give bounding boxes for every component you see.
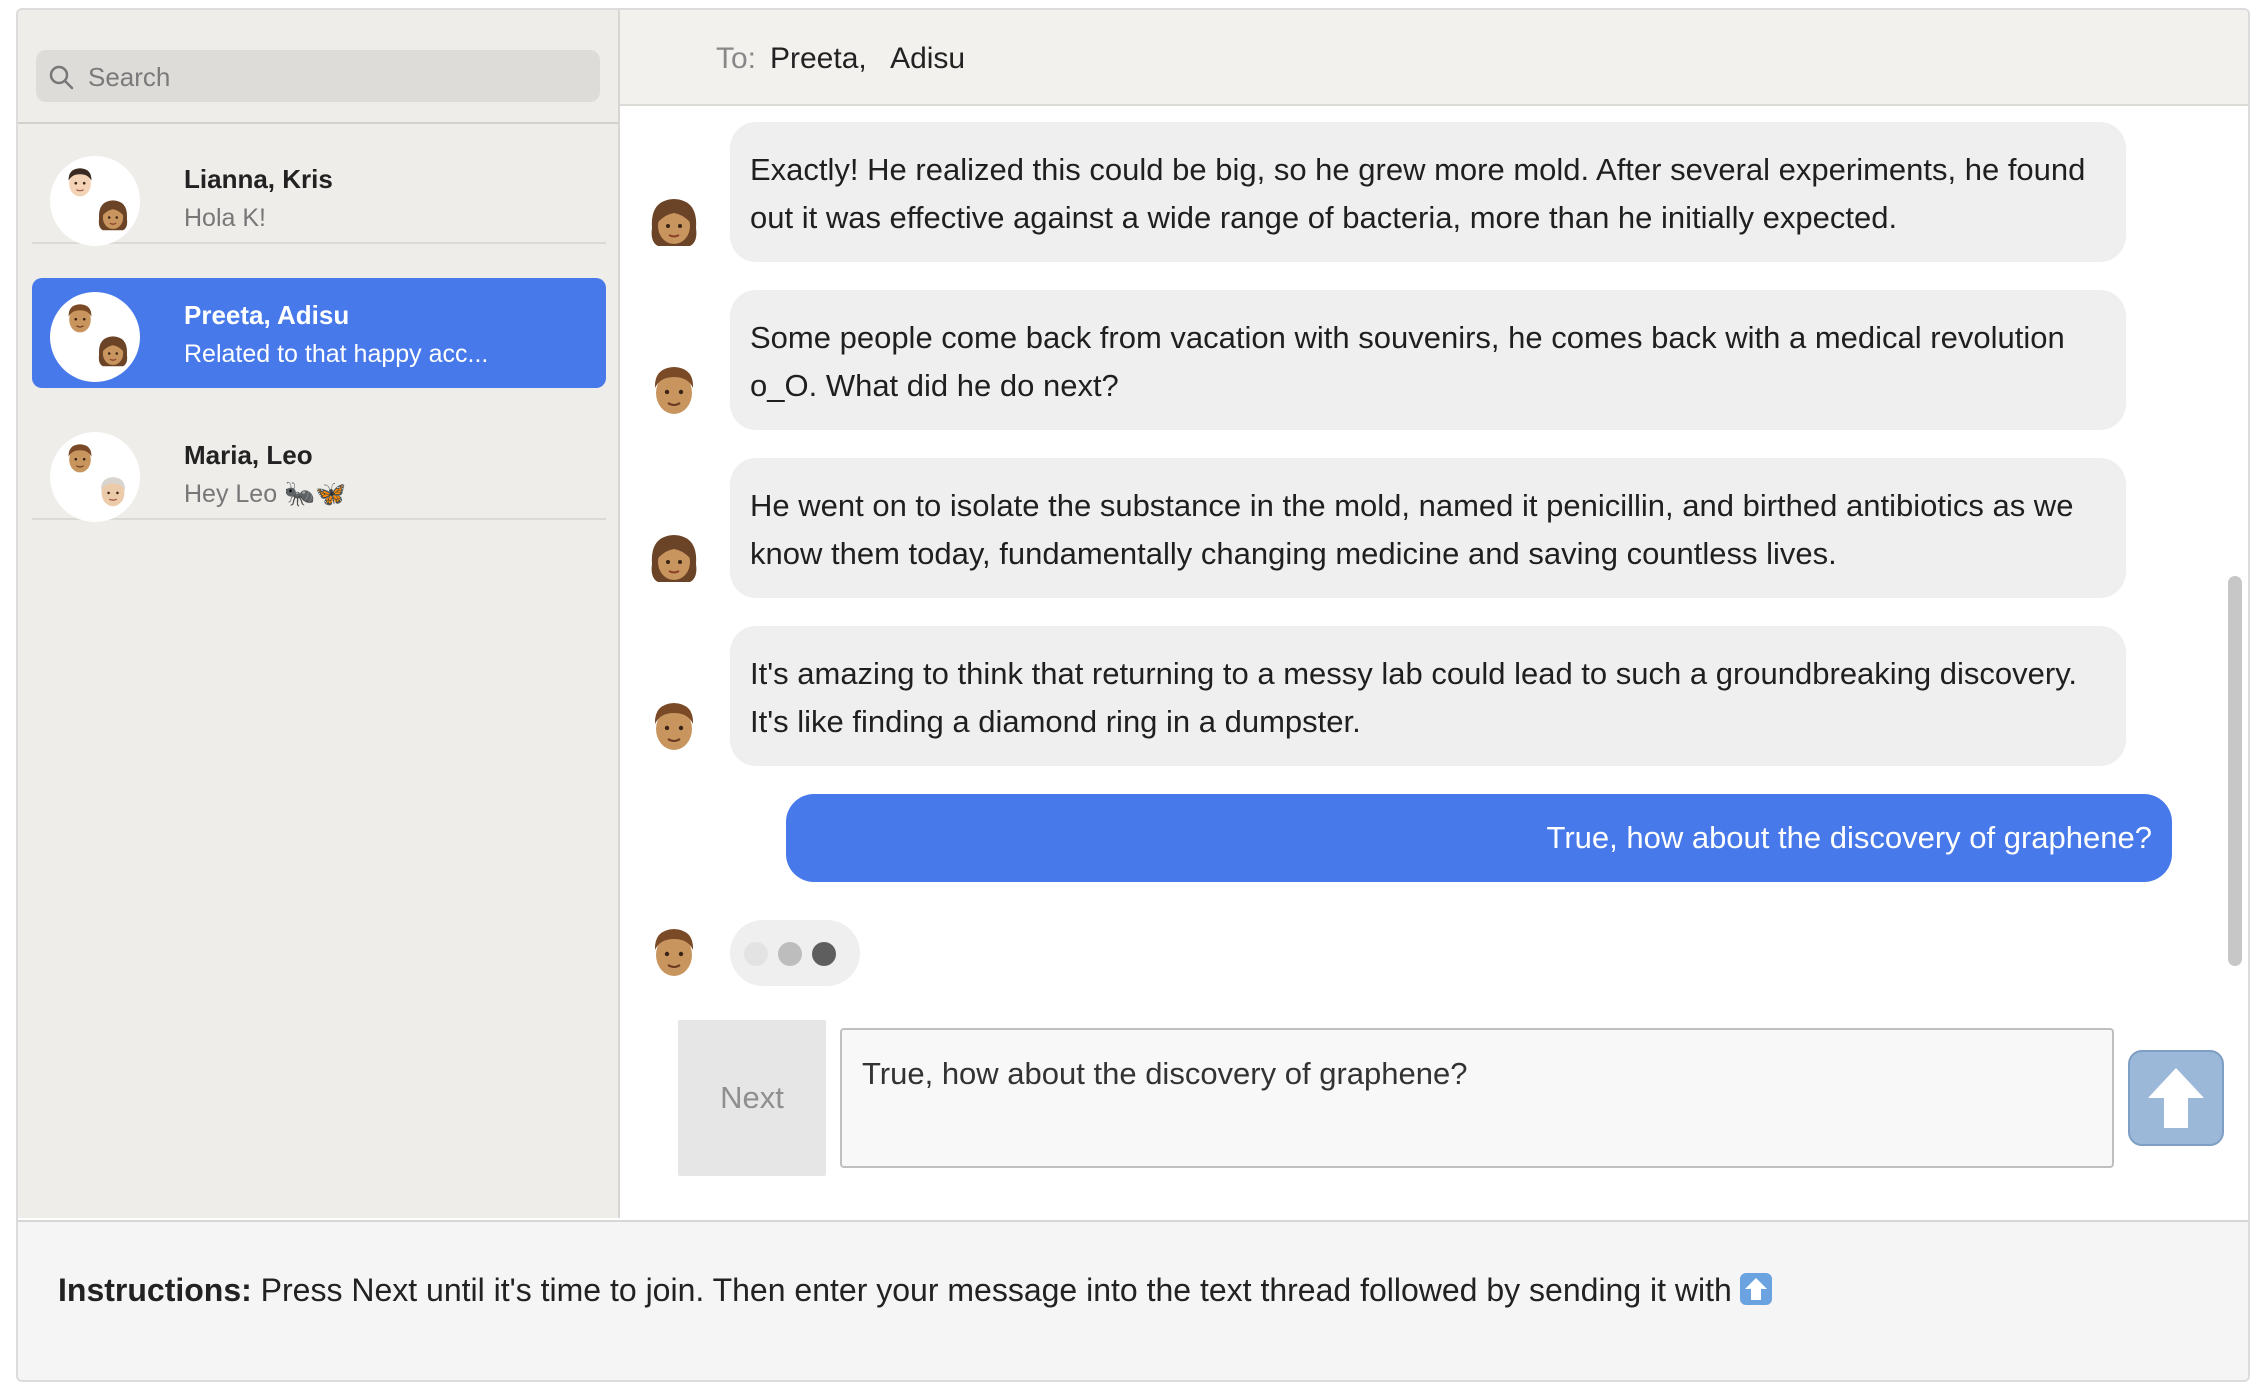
conversation-name: Lianna, Kris [184,164,333,194]
man-avatar-icon [644,696,704,756]
send-button[interactable] [2128,1050,2224,1146]
typing-indicator [730,920,860,986]
person-avatar-icon [62,164,98,200]
man-avatar-icon [62,440,98,476]
woman-avatar-icon [94,196,132,234]
group-avatar [50,156,140,246]
search-box[interactable] [36,50,600,102]
man-avatar-icon [644,360,704,420]
conversation-preview: Related to that happy acc... [184,340,489,368]
search-input[interactable] [86,56,590,98]
instructions-text: Instructions: Press Next until it's time… [58,1272,1772,1309]
conversation-item-maria-leo[interactable]: Maria, Leo Hey Leo 🐜🦋 [32,410,606,522]
to-label: To: [716,42,757,75]
search-bar-area [18,10,618,124]
conversation-sidebar: Lianna, Kris Hola K! Preeta, Adisu Relat… [18,10,620,1218]
elder-avatar-icon [94,472,132,510]
typing-dot [778,942,802,966]
instructions-label: Instructions: [58,1272,252,1308]
instructions-bar: Instructions: Press Next until it's time… [18,1220,2248,1380]
typing-dot [744,942,768,966]
message-thread: Exactly! He realized this could be big, … [620,106,2248,986]
messages-app-window: Lianna, Kris Hola K! Preeta, Adisu Relat… [16,8,2250,1382]
search-icon [49,65,74,90]
my-message-bubble: True, how about the discovery of graphen… [786,794,2172,882]
next-button[interactable]: Next [678,1020,826,1176]
scrollbar-thumb[interactable] [2228,576,2242,966]
message-bubble: It's amazing to think that returning to … [730,626,2126,766]
instructions-body: Press Next until it's time to join. Then… [251,1272,1732,1308]
conversation-name: Maria, Leo [184,440,313,470]
conversation-preview: Hey Leo 🐜🦋 [184,480,347,508]
chat-panel: To: Preeta, Adisu Exactly! He realized t… [620,10,2248,1218]
group-avatar [50,292,140,382]
conversation-item-preeta-adisu[interactable]: Preeta, Adisu Related to that happy acc.… [32,278,606,388]
message-bubble: Some people come back from vacation with… [730,290,2126,430]
typing-dot [812,942,836,966]
message-bubble: He went on to isolate the substance in t… [730,458,2126,598]
man-avatar-icon [62,300,98,336]
up-arrow-icon [2148,1068,2204,1128]
chat-header: To: Preeta, Adisu [620,10,2248,106]
man-avatar-icon [644,922,704,982]
message-input[interactable]: True, how about the discovery of graphen… [840,1028,2114,1168]
group-avatar [50,432,140,522]
woman-avatar-icon [644,528,704,588]
up-arrow-icon [1739,1273,1772,1305]
woman-avatar-icon [644,192,704,252]
message-bubble: Exactly! He realized this could be big, … [730,122,2126,262]
conversation-preview: Hola K! [184,204,266,232]
recipients: Preeta, Adisu [770,42,966,75]
conversation-item-lianna-kris[interactable]: Lianna, Kris Hola K! [32,134,606,246]
woman-avatar-icon [94,332,132,370]
conversation-name: Preeta, Adisu [184,300,350,330]
